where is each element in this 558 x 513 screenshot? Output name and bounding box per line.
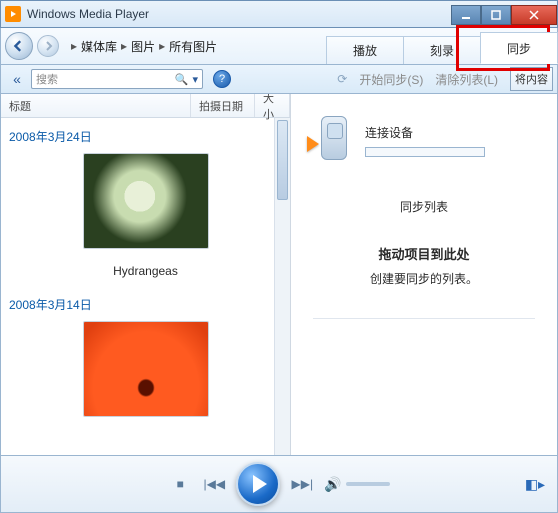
chevron-right-icon: ▸: [121, 39, 127, 53]
sync-list-title: 同步列表: [400, 198, 448, 215]
volume-slider[interactable]: [346, 482, 390, 486]
main-area: 标题 拍摄日期 大小 2008年3月24日 Hydrangeas 2008年3月…: [0, 94, 558, 455]
play-button[interactable]: [236, 462, 280, 506]
minimize-button[interactable]: [451, 5, 481, 25]
nav-row: ▸ 媒体库 ▸ 图片 ▸ 所有图片 播放 刻录 同步: [0, 28, 558, 64]
search-input[interactable]: 搜索 🔍 ▾: [31, 69, 203, 89]
device-progress: [365, 147, 485, 157]
help-button[interactable]: ?: [213, 70, 231, 88]
chevron-right-icon: ▸: [71, 39, 77, 53]
toolbar: « 搜索 🔍 ▾ ? ⟳ 开始同步(S) 清除列表(L) 将内容: [0, 64, 558, 94]
col-size[interactable]: 大小: [255, 94, 290, 117]
group-date[interactable]: 2008年3月24日: [9, 128, 282, 145]
nav-forward-button[interactable]: [37, 35, 59, 57]
speaker-icon[interactable]: 🔊: [324, 476, 341, 493]
clear-list-button[interactable]: 清除列表(L): [435, 71, 498, 88]
window-buttons: [451, 4, 557, 25]
connect-device-label: 连接设备: [365, 124, 485, 141]
tabs: 播放 刻录 同步: [326, 28, 557, 64]
drop-hint-bold: 拖动项目到此处: [370, 243, 478, 268]
side-panel-button[interactable]: 将内容: [510, 67, 553, 91]
chevron-right-icon: ▸: [159, 39, 165, 53]
drop-hint: 拖动项目到此处 创建要同步的列表。: [370, 243, 478, 290]
tab-sync[interactable]: 同步: [480, 32, 558, 64]
device-row: 连接设备: [301, 108, 547, 172]
thumbnail-image[interactable]: [83, 321, 209, 417]
search-placeholder: 搜索: [36, 71, 58, 87]
col-title[interactable]: 标题: [1, 94, 191, 117]
col-date[interactable]: 拍摄日期: [191, 94, 255, 117]
device-icon: [311, 114, 355, 166]
list-item[interactable]: [9, 321, 282, 422]
app-icon: [5, 6, 21, 22]
drop-hint-sub: 创建要同步的列表。: [370, 268, 478, 291]
crumb-all-pictures[interactable]: 所有图片: [169, 38, 217, 55]
dropdown-icon[interactable]: ▾: [192, 73, 198, 86]
list-item[interactable]: Hydrangeas: [9, 153, 282, 278]
close-button[interactable]: [511, 5, 557, 25]
view-back-button[interactable]: «: [7, 69, 27, 89]
toolbar-right: ⟳ 开始同步(S) 清除列表(L) 将内容: [337, 67, 557, 91]
column-headers: 标题 拍摄日期 大小: [1, 94, 290, 118]
next-button[interactable]: ▶▶|: [290, 472, 314, 496]
crumb-pictures[interactable]: 图片: [131, 38, 155, 55]
player-bar: ■ |◀◀ ▶▶| 🔊 ◧ ▸: [0, 455, 558, 513]
thumbnail-image[interactable]: [83, 153, 209, 249]
nav-back-button[interactable]: [5, 32, 33, 60]
start-sync-button[interactable]: 开始同步(S): [359, 71, 423, 88]
tab-burn[interactable]: 刻录: [403, 36, 481, 64]
thumbnail-caption: Hydrangeas: [9, 264, 282, 278]
prev-button[interactable]: |◀◀: [202, 472, 226, 496]
window-title: Windows Media Player: [27, 7, 149, 21]
window-titlebar: Windows Media Player: [0, 0, 558, 28]
group-date[interactable]: 2008年3月14日: [9, 296, 282, 313]
library-pane: 标题 拍摄日期 大小 2008年3月24日 Hydrangeas 2008年3月…: [1, 94, 291, 455]
scrollbar[interactable]: [274, 118, 290, 455]
stop-button[interactable]: ■: [168, 472, 192, 496]
scrollbar-thumb[interactable]: [277, 120, 288, 200]
sync-pane: 连接设备 同步列表 拖动项目到此处 创建要同步的列表。: [291, 94, 557, 455]
maximize-button[interactable]: [481, 5, 511, 25]
crumb-library[interactable]: 媒体库: [81, 38, 117, 55]
search-icon[interactable]: 🔍: [175, 73, 189, 86]
library-content: 2008年3月24日 Hydrangeas 2008年3月14日: [1, 118, 290, 455]
breadcrumb[interactable]: ▸ 媒体库 ▸ 图片 ▸ 所有图片: [71, 38, 217, 55]
volume-control[interactable]: 🔊: [324, 476, 389, 493]
toolbar-left: « 搜索 🔍 ▾ ?: [1, 69, 231, 89]
sync-icon: ⟳: [337, 72, 347, 86]
tab-play[interactable]: 播放: [326, 36, 404, 64]
device-info: 连接设备: [365, 124, 485, 157]
switch-view-button[interactable]: ◧ ▸: [525, 476, 543, 493]
divider: [313, 318, 534, 319]
